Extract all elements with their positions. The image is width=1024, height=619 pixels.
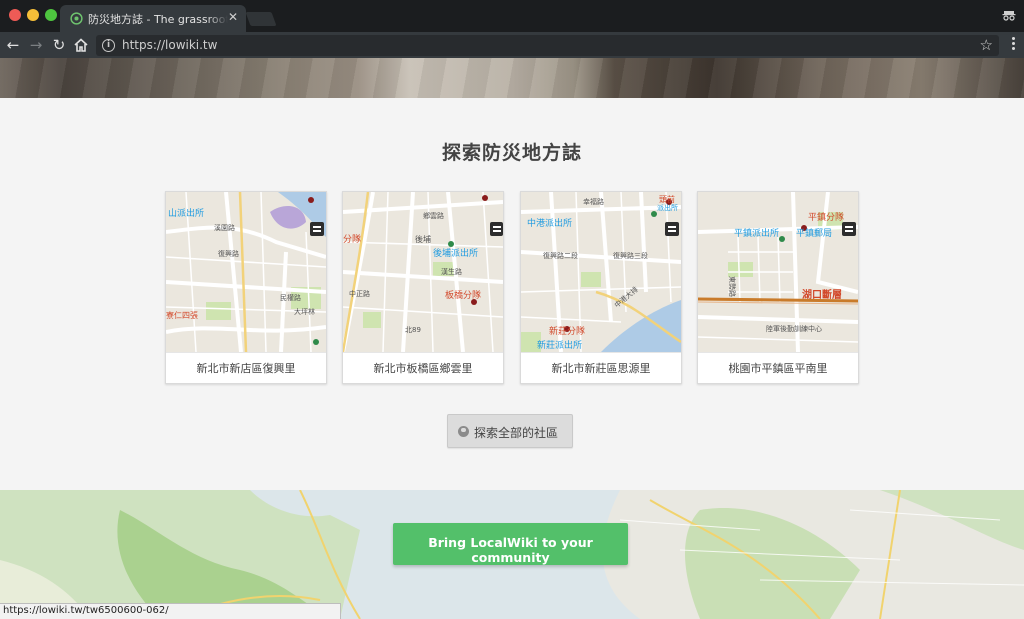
status-url: https://lowiki.tw/tw6500600-062/ <box>3 605 169 616</box>
reload-icon[interactable]: ↻ <box>50 36 68 54</box>
globe-icon <box>458 426 469 437</box>
close-window-button[interactable] <box>9 9 21 21</box>
tab-title: 防災地方誌 - The grassroots el <box>88 13 228 26</box>
layers-icon <box>665 222 679 236</box>
browser-menu-icon[interactable] <box>1012 37 1016 53</box>
region-map <box>343 192 503 352</box>
new-tab-button[interactable] <box>245 12 277 26</box>
region-map <box>521 192 681 352</box>
bring-localwiki-button[interactable]: Bring LocalWiki to your community <box>393 523 628 565</box>
address-bar[interactable]: i https://lowiki.tw ☆ <box>96 35 999 56</box>
region-card-xinzhuang[interactable]: 中港派出所 幸福路 復興路二段 復興路三段 中港大排 新莊分隊 新莊派出所 頭前… <box>520 191 682 384</box>
link-status-bar: https://lowiki.tw/tw6500600-062/ <box>0 603 341 619</box>
browser-titlebar: 防災地方誌 - The grassroots el ✕ <box>0 0 1024 32</box>
forward-arrow-icon[interactable]: → <box>27 36 45 54</box>
hero-photo <box>0 58 1024 98</box>
info-icon[interactable]: i <box>102 39 115 52</box>
region-card-pingzhen[interactable]: 平鎮分隊 平鎮派出所 平鎮郵局 湖口斷層 陸軍後勤訓練中心 東勢路 桃園市平鎮區… <box>697 191 859 384</box>
region-map <box>166 192 326 352</box>
layers-icon <box>842 222 856 236</box>
region-map <box>698 192 858 352</box>
tab-close-icon[interactable]: ✕ <box>228 10 238 24</box>
home-icon[interactable] <box>72 36 90 54</box>
region-card-label: 新北市新莊區思源里 <box>521 352 681 383</box>
section-title: 探索防災地方誌 <box>441 142 582 164</box>
url-text: https://lowiki.tw <box>122 38 218 52</box>
minimize-window-button[interactable] <box>27 9 39 21</box>
layers-icon <box>310 222 324 236</box>
explore-all-button[interactable]: 探索全部的社區 <box>447 414 573 448</box>
back-arrow-icon[interactable]: ← <box>4 36 22 54</box>
explore-all-label: 探索全部的社區 <box>474 426 559 440</box>
bring-localwiki-label: Bring LocalWiki to your community <box>428 535 593 565</box>
browser-tab[interactable]: 防災地方誌 - The grassroots el ✕ <box>60 5 246 32</box>
region-card-label: 新北市新店區復興里 <box>166 352 326 383</box>
browser-toolbar: ← → ↻ i https://lowiki.tw ☆ <box>0 32 1024 58</box>
layers-icon <box>490 222 503 236</box>
region-card-banqiao[interactable]: 分隊 鄉雲路 後埔 後埔派出所 板橋分隊 北89 中正路 漢生路 新北市板橋區鄉… <box>342 191 504 384</box>
localwiki-favicon-icon <box>70 12 83 25</box>
incognito-icon <box>1002 11 1016 21</box>
region-card-label: 新北市板橋區鄉雲里 <box>343 352 503 383</box>
bookmark-star-icon[interactable]: ☆ <box>980 36 993 54</box>
region-card-xindian[interactable]: 山派出所 溪園路 復興路 民權路 大坪林 寮仁四張 新北市新店區復興里 <box>165 191 327 384</box>
region-card-label: 桃園市平鎮區平南里 <box>698 352 858 383</box>
maximize-window-button[interactable] <box>45 9 57 21</box>
